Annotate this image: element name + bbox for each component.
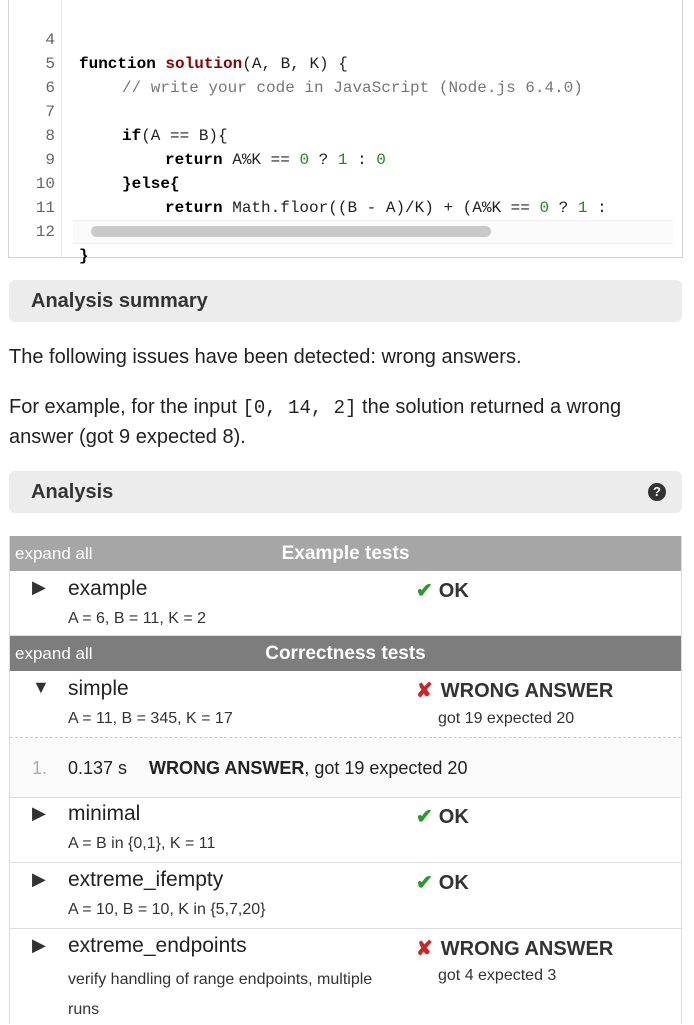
triangle-right-icon[interactable]: ▶ xyxy=(32,869,46,890)
status-detail: got 19 expected 20 xyxy=(438,710,575,727)
code-line-7: 7 if(A == B){ xyxy=(9,76,227,145)
section-title: Analysis summary xyxy=(31,290,208,312)
expand-all-link[interactable]: expand all xyxy=(15,636,93,671)
triangle-down-icon[interactable]: ▼ xyxy=(32,677,50,698)
help-icon[interactable]: ? xyxy=(648,483,666,501)
code-line-6: 6 xyxy=(9,52,55,97)
test-results-table: Example tests expand all ▶ example A = 6… xyxy=(9,536,682,1024)
code-editor[interactable]: 4 function solution(A, B, K) { 5 // writ… xyxy=(8,0,683,265)
test-row-extreme-ifempty[interactable]: ▶ extreme_ifempty A = 10, B = 10, K in {… xyxy=(10,863,681,929)
code-line-5: 5 // write your code in JavaScript (Node… xyxy=(9,28,582,97)
test-description: A = B in {0,1}, K = 11 xyxy=(68,835,216,852)
test-row-extreme-endpoints[interactable]: ▶ extreme_endpoints verify handling of r… xyxy=(10,929,681,1024)
expand-all-link[interactable]: expand all xyxy=(15,536,93,571)
test-name[interactable]: example xyxy=(68,577,147,601)
test-name[interactable]: extreme_endpoints xyxy=(68,934,247,958)
issues-text: The following issues have been detected:… xyxy=(9,346,522,368)
horizontal-scrollbar[interactable] xyxy=(73,220,673,244)
test-name[interactable]: extreme_ifempty xyxy=(68,868,223,892)
code-line-4: 4 function solution(A, B, K) { xyxy=(9,4,347,73)
run-index: 1. xyxy=(32,758,48,778)
line-number: 12 xyxy=(35,223,55,241)
code-line-9: 9 }else{ xyxy=(9,124,179,193)
test-row-example[interactable]: ▶ example A = 6, B = 11, K = 2 ✔ OK xyxy=(10,571,681,636)
scrollbar-thumb[interactable] xyxy=(91,226,491,237)
run-time: 0.137 s xyxy=(68,758,128,778)
check-icon: ✔ xyxy=(416,806,433,828)
check-icon: ✔ xyxy=(416,872,433,894)
check-icon: ✔ xyxy=(416,580,433,602)
test-status: ✘ WRONG ANSWER xyxy=(416,680,614,702)
test-status: ✔ OK xyxy=(416,806,469,828)
test-description: verify handling of range endpoints, mult… xyxy=(68,971,373,1018)
test-name[interactable]: minimal xyxy=(68,802,140,826)
code-line-12: 12 } xyxy=(9,196,89,265)
triangle-right-icon[interactable]: ▶ xyxy=(32,577,46,598)
test-description: A = 10, B = 10, K in {5,7,20} xyxy=(68,901,266,918)
code-line-10: 10 return Math.floor((B - A)/K) + (A%K =… xyxy=(9,148,607,217)
triangle-right-icon[interactable]: ▶ xyxy=(32,935,46,956)
run-result-row: 1. 0.137 s WRONG ANSWER, got 19 expected… xyxy=(10,737,681,798)
example-tests-header: Example tests expand all xyxy=(10,536,681,571)
test-description: A = 6, B = 11, K = 2 xyxy=(68,610,207,627)
group-title: Example tests xyxy=(281,543,410,564)
example-text: For example, for the input [0, 14, 2] th… xyxy=(9,396,622,448)
section-title: Analysis xyxy=(31,481,114,503)
cross-icon: ✘ xyxy=(416,938,433,960)
status-detail: got 4 expected 3 xyxy=(438,967,557,984)
example-input: [0, 14, 2] xyxy=(242,397,357,419)
test-row-simple[interactable]: ▼ simple A = 11, B = 345, K = 17 ✘ WRONG … xyxy=(10,671,681,737)
cross-icon: ✘ xyxy=(416,680,433,702)
code-line-8: 8 return A%K == 0 ? 1 : 0 xyxy=(9,100,386,169)
test-status: ✔ OK xyxy=(416,580,469,602)
test-status: ✔ OK xyxy=(416,872,469,894)
analysis-header: Analysis ? xyxy=(9,471,682,513)
test-name[interactable]: simple xyxy=(68,677,129,701)
run-verdict: WRONG ANSWER, got 19 expected 20 xyxy=(149,758,468,778)
correctness-tests-header: Correctness tests expand all xyxy=(10,636,681,671)
test-status: ✘ WRONG ANSWER xyxy=(416,938,614,960)
test-row-minimal[interactable]: ▶ minimal A = B in {0,1}, K = 11 ✔ OK xyxy=(10,797,681,863)
test-description: A = 11, B = 345, K = 17 xyxy=(68,710,233,727)
triangle-right-icon[interactable]: ▶ xyxy=(32,803,46,824)
code-line-11: 11 } xyxy=(9,172,132,241)
group-title: Correctness tests xyxy=(265,643,426,664)
analysis-summary-header: Analysis summary xyxy=(9,280,682,322)
